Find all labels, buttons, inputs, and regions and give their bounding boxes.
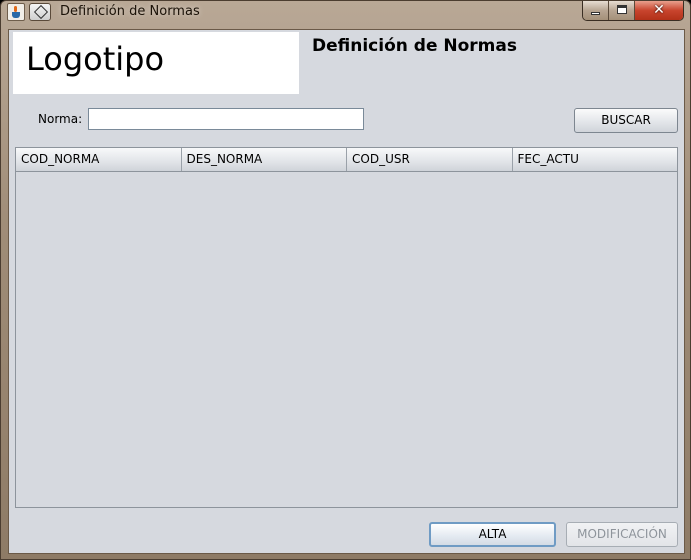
main-panel: Logotipo Definición de Normas Norma: BUS… [8,29,685,554]
modificacion-button: MODIFICACIÓN [566,522,678,547]
norma-input[interactable] [88,108,364,130]
norma-label: Norma: [38,112,83,126]
buscar-button[interactable]: BUSCAR [574,108,678,133]
system-menu-icon[interactable] [29,3,51,21]
minimize-icon[interactable] [583,1,609,20]
window-title: Definición de Normas [60,4,200,19]
table-header: COD_NORMA DES_NORMA COD_USR FEC_ACTU [16,148,677,172]
close-icon[interactable]: ✕ [635,1,683,20]
page-title: Definición de Normas [312,36,517,56]
logo: Logotipo [13,32,299,94]
table-body[interactable] [16,172,677,507]
normas-table[interactable]: COD_NORMA DES_NORMA COD_USR FEC_ACTU [15,147,678,508]
window-controls: ✕ [582,1,684,21]
maximize-icon[interactable] [609,1,635,20]
column-header-cod-usr[interactable]: COD_USR [347,148,513,171]
column-header-fec-actu[interactable]: FEC_ACTU [513,148,678,171]
app-window: Definición de Normas ✕ Logotipo Definici… [0,0,691,560]
java-cup-icon [7,3,25,21]
column-header-cod-norma[interactable]: COD_NORMA [16,148,182,171]
column-header-des-norma[interactable]: DES_NORMA [182,148,347,171]
alta-button[interactable]: ALTA [429,522,556,547]
logo-text: Logotipo [26,40,165,78]
title-bar[interactable]: Definición de Normas ✕ [1,1,690,23]
